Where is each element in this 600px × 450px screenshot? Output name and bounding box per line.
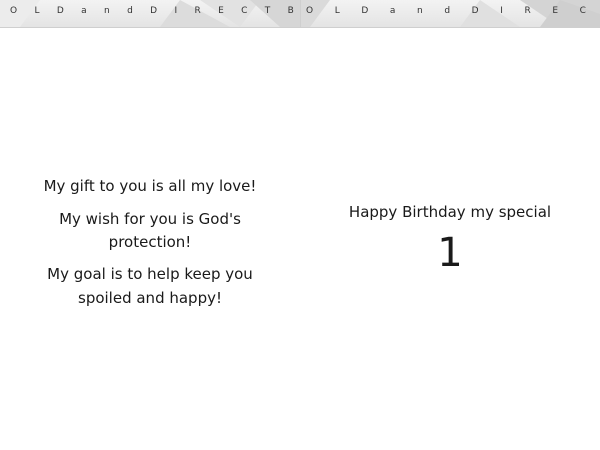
header-left-letter: I bbox=[174, 6, 178, 16]
verse-line-2a: My wish for you is God's bbox=[59, 210, 241, 228]
header-left-letter: L bbox=[34, 6, 40, 16]
header-left-letter: B bbox=[287, 6, 294, 16]
verse-line-2b: protection! bbox=[108, 233, 192, 251]
header-left-letter: a bbox=[81, 6, 87, 16]
header-left-letter: n bbox=[104, 6, 110, 16]
header-right-letter: D bbox=[471, 6, 479, 16]
header-text-left: O L Da n d D I R E C T B bbox=[10, 6, 294, 20]
header-right-letter: E bbox=[552, 6, 559, 16]
header-left-letter: D bbox=[56, 6, 64, 16]
header-right-letter: D bbox=[361, 6, 369, 16]
verse-line-3a: My goal is to help keep you bbox=[47, 265, 253, 283]
header-text-right: O L Da n d D I R E C bbox=[306, 6, 586, 20]
verse-line-3b: spoiled and happy! bbox=[78, 289, 222, 307]
left-page: My gift to you is all my love! My wish f… bbox=[0, 27, 300, 450]
header-right-letter: R bbox=[524, 6, 531, 16]
header-right-letter: I bbox=[500, 6, 503, 16]
header-right-letter: d bbox=[444, 6, 451, 16]
header-left-letter: R bbox=[194, 6, 201, 16]
header-left-letter: D bbox=[150, 6, 158, 16]
header-right-letter: n bbox=[417, 6, 423, 16]
header-right-letter: O bbox=[306, 6, 314, 16]
header-left-letter: E bbox=[218, 6, 224, 16]
header-right-letter: L bbox=[334, 6, 340, 16]
header-left-letter: C bbox=[241, 6, 248, 16]
header-right-letter: C bbox=[579, 6, 586, 16]
header-banner: O L Da n d D I R E C T B O L Da n d D I R E C bbox=[0, 0, 600, 28]
right-page: Happy Birthday my special 1 bbox=[300, 27, 600, 450]
header-left-letter: T bbox=[264, 6, 271, 16]
age-number: 1 bbox=[437, 230, 463, 276]
verse-line-1: My gift to you is all my love! bbox=[43, 177, 257, 195]
birthday-greeting: Happy Birthday my special bbox=[348, 203, 552, 221]
header-right-letter: a bbox=[389, 6, 396, 16]
header-left-letter: O bbox=[10, 6, 18, 16]
header-left-letter: d bbox=[127, 6, 133, 16]
page-divider bbox=[300, 0, 301, 27]
